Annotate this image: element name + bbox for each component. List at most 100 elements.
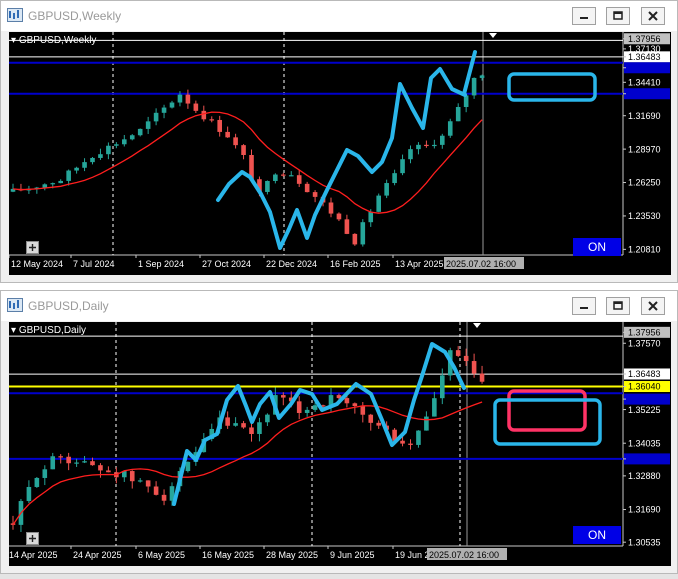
daily-symbol-label: ▾ GBPUSD,Daily xyxy=(11,325,87,336)
time-label: 9 Jun 2025 xyxy=(330,550,375,560)
candle-body xyxy=(368,414,374,423)
candle-body xyxy=(74,462,79,464)
time-label: 6 May 2025 xyxy=(138,550,185,560)
price-label: 1.31690 xyxy=(628,505,661,515)
candle-body xyxy=(281,395,286,398)
candle-body xyxy=(400,440,405,444)
price-label: 1.28970 xyxy=(628,144,661,154)
candle-body xyxy=(360,406,366,415)
price-label: 1.36483 xyxy=(628,369,661,379)
candle-body xyxy=(392,173,397,184)
candle-body xyxy=(440,135,445,145)
shift-marker xyxy=(489,33,497,38)
candle-body xyxy=(114,144,119,146)
restore-icon xyxy=(613,11,623,20)
candle-body xyxy=(161,494,167,501)
candle-body xyxy=(304,409,310,413)
candle-body xyxy=(344,219,350,234)
candle-body xyxy=(384,183,389,196)
candle-body xyxy=(344,398,350,404)
weekly-chart-area[interactable]: 1.37956 1.37130 1.36483 1.35595 1.34410 1.334… xyxy=(9,32,671,275)
candle-body xyxy=(129,135,135,140)
price-label: 1.26250 xyxy=(628,178,661,188)
candle-body xyxy=(440,375,445,399)
price-label: 1.35595 xyxy=(628,394,661,404)
candle-body xyxy=(66,170,71,181)
close-button[interactable] xyxy=(641,7,665,25)
restore-button[interactable] xyxy=(606,7,630,25)
time-label: 13 Apr 2025 xyxy=(395,259,444,269)
candle-body xyxy=(169,102,175,108)
candle-body xyxy=(122,139,127,145)
candle-body xyxy=(34,477,40,487)
close-button[interactable] xyxy=(641,297,665,315)
candle-body xyxy=(90,157,95,163)
candle-body xyxy=(296,175,302,184)
candle-body xyxy=(153,486,159,495)
candle-body xyxy=(145,121,151,129)
candle-body xyxy=(368,211,374,223)
candle-body xyxy=(82,461,87,463)
candle-body xyxy=(312,192,318,197)
weekly-price-chart[interactable]: 1.379561.371301.364831.355951.344101.334… xyxy=(9,32,671,275)
candle-body xyxy=(106,145,111,155)
plus-icon xyxy=(29,244,36,251)
price-label: 1.36040 xyxy=(628,382,661,392)
candle-body xyxy=(26,486,32,502)
price-label: 1.33480 xyxy=(628,454,661,464)
weekly-plus-button[interactable] xyxy=(26,241,39,254)
candle-body xyxy=(209,119,215,121)
candle-body xyxy=(98,465,103,471)
weekly-title-bar[interactable]: GBPUSD,Weekly xyxy=(1,1,677,31)
candle-body xyxy=(177,94,183,103)
candle-body xyxy=(58,456,63,458)
candle-body xyxy=(241,423,246,428)
candle-body xyxy=(336,213,342,220)
candle-body xyxy=(106,470,111,473)
candle-body xyxy=(153,112,159,122)
candle-body xyxy=(233,137,238,146)
daily-price-chart[interactable]: 1.379561.37570 1.36483 1.36040 1.355951.352… xyxy=(9,322,671,566)
time-label: 14 Apr 2025 xyxy=(9,550,58,560)
daily-title-bar[interactable]: GBPUSD,Daily xyxy=(1,291,677,321)
candle-body xyxy=(137,128,143,136)
entry-zone-box xyxy=(507,389,587,432)
minimize-button[interactable] xyxy=(572,7,596,25)
price-label: 1.33480 xyxy=(628,89,661,99)
time-label: 22 Dec 2024 xyxy=(266,259,317,269)
daily-chart-area[interactable]: 1.37956 1.37570 1.36483 1.36040 1.35595 1.352… xyxy=(9,322,671,566)
price-label: 1.30535 xyxy=(628,537,661,547)
bottom-tab-strip xyxy=(0,574,678,579)
weekly-symbol-label: ▾ GBPUSD,Weekly xyxy=(11,35,97,46)
candle-body xyxy=(217,119,222,132)
minimize-icon xyxy=(580,17,588,19)
candle-body xyxy=(193,103,199,111)
daily-chart-window: GBPUSD,Daily 1.37956 1.37570 1.36483 1.3604… xyxy=(0,290,678,574)
shift-marker xyxy=(473,323,481,328)
trend-drawing xyxy=(216,67,467,250)
price-label: 1.34035 xyxy=(628,438,661,448)
chart-app-icon xyxy=(7,298,23,312)
candle-body xyxy=(74,167,79,171)
minimize-icon xyxy=(580,307,588,309)
weekly-on-button[interactable]: ON xyxy=(573,238,621,256)
price-label: 1.23530 xyxy=(628,211,661,221)
candle-body xyxy=(265,180,270,192)
candle-body xyxy=(432,144,437,147)
candle-body xyxy=(408,149,413,160)
daily-on-button[interactable]: ON xyxy=(573,526,621,544)
candle-body xyxy=(281,174,286,176)
candle-body xyxy=(376,422,381,426)
candle-body xyxy=(376,195,381,212)
minimize-button[interactable] xyxy=(572,297,596,315)
restore-button[interactable] xyxy=(606,297,630,315)
weekly-symbol-text: GBPUSD,Weekly xyxy=(18,35,97,46)
candle-body xyxy=(424,416,429,431)
candle-body xyxy=(265,414,270,423)
candle-body xyxy=(233,423,238,426)
candle-body xyxy=(42,184,48,188)
weekly-chart-window: GBPUSD,Weekly 1.37956 1.37130 1.36483 1.355… xyxy=(0,0,678,283)
moving-average-line xyxy=(12,401,483,526)
candle-body xyxy=(352,403,358,407)
daily-plus-button[interactable] xyxy=(26,532,39,545)
